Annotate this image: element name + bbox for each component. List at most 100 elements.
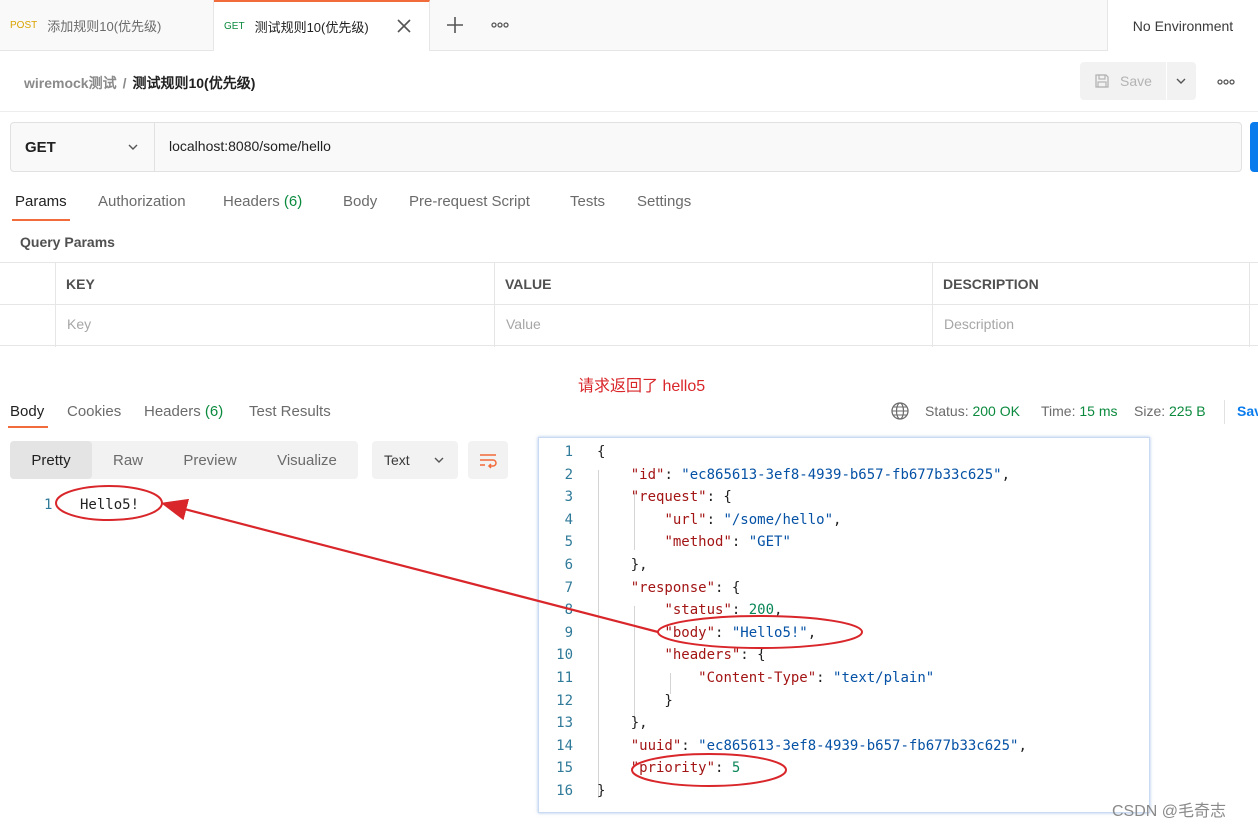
line-number: 7 (564, 579, 573, 596)
plus-icon[interactable] (444, 14, 466, 36)
tab-test-results[interactable]: Test Results (249, 403, 331, 420)
globe-icon[interactable] (890, 401, 910, 421)
json-line: 3 "request": { (539, 489, 1149, 511)
json-line: 6 }, (539, 557, 1149, 579)
time-value: 15 ms (1079, 403, 1118, 419)
time-indicator[interactable]: Time: 15 ms (1041, 403, 1118, 419)
tab-label: 测试规则10(优先级) (254, 20, 369, 35)
json-code: "id": "ec865613-3ef8-4939-b657-fb677b33c… (630, 466, 1011, 483)
watermark: CSDN @毛奇志 (1112, 803, 1227, 820)
view-mode-selector: Pretty Raw Preview Visualize (10, 441, 358, 479)
request-tabs: Params Authorization Headers (6) Body Pr… (0, 186, 800, 222)
tab-settings[interactable]: Settings (637, 193, 691, 210)
tab-response-body[interactable]: Body (10, 403, 44, 420)
line-number: 2 (564, 466, 573, 483)
time-label: Time: (1041, 403, 1076, 419)
json-code: } (597, 783, 606, 799)
breadcrumb-collection[interactable]: wiremock测试 (24, 75, 117, 91)
json-code: }, (597, 557, 648, 573)
json-line: 7 "response": { (539, 580, 1149, 602)
line-number: 16 (556, 783, 573, 799)
value-input[interactable]: Value (506, 316, 541, 332)
json-line: 10 "headers": { (539, 647, 1149, 669)
method-select[interactable]: GET (11, 123, 155, 171)
line-number: 9 (564, 624, 573, 641)
line-number: 1 (564, 444, 573, 460)
more-icon[interactable] (1216, 75, 1236, 89)
json-code: "response": { (630, 579, 741, 596)
save-button[interactable]: Save (1080, 62, 1196, 100)
save-icon (1095, 74, 1109, 88)
tab-tests[interactable]: Tests (570, 193, 605, 210)
active-tab-indicator (8, 426, 48, 428)
line-number: 3 (564, 489, 573, 506)
chevron-down-icon (434, 457, 444, 463)
key-input[interactable]: Key (67, 316, 91, 332)
column-header-key: KEY (66, 276, 95, 292)
description-input[interactable]: Description (944, 316, 1014, 332)
size-indicator[interactable]: Size: 225 B (1134, 403, 1206, 419)
environment-selector[interactable]: No Environment (1107, 0, 1258, 51)
line-number: 10 (556, 647, 573, 664)
format-select[interactable]: Text (372, 441, 458, 479)
line-number: 12 (556, 692, 573, 709)
breadcrumb: wiremock测试 / 测试规则10(优先级) (24, 73, 255, 93)
line-number: 15 (556, 760, 573, 777)
json-mapping-panel: 1{2 "id": "ec865613-3ef8-4939-b657-fb677… (538, 437, 1150, 813)
chevron-down-icon (128, 144, 138, 150)
wrap-lines-button[interactable] (468, 441, 508, 479)
tab-headers-label: Headers (223, 193, 280, 210)
tab-post-request[interactable]: POST 添加规则10(优先级) (0, 0, 214, 51)
url-input[interactable]: localhost:8080/some/hello (169, 138, 331, 154)
line-number: 14 (556, 737, 573, 754)
json-code: }, (597, 715, 648, 732)
tab-params[interactable]: Params (15, 193, 67, 210)
tab-label: 添加规则10(优先级) (47, 19, 162, 34)
more-icon[interactable] (490, 18, 510, 32)
url-bar: GET localhost:8080/some/hello (10, 122, 1242, 172)
status-indicator[interactable]: Status: 200 OK (925, 403, 1020, 419)
send-button[interactable] (1250, 122, 1258, 172)
line-number: 4 (564, 511, 573, 528)
json-code: "method": "GET" (664, 534, 791, 551)
annotation-text: 请求返回了 hello5 (578, 378, 706, 395)
format-value: Text (384, 452, 410, 468)
json-line: 12 } (539, 693, 1149, 715)
chevron-down-icon[interactable] (1174, 74, 1188, 88)
json-line: 15 "priority": 5 (539, 760, 1149, 782)
json-line: 4 "url": "/some/hello", (539, 512, 1149, 534)
tab-response-headers-label: Headers (144, 403, 201, 420)
tab-headers[interactable]: Headers (6) (223, 193, 302, 210)
line-number: 8 (564, 602, 573, 619)
column-header-value: VALUE (505, 276, 552, 292)
json-line: 1{ (539, 444, 1149, 466)
wrap-lines-icon (480, 454, 497, 469)
view-preview[interactable]: Preview (164, 441, 256, 479)
json-line: 14 "uuid": "ec865613-3ef8-4939-b657-fb67… (539, 738, 1149, 760)
tab-prerequest-script[interactable]: Pre-request Script (409, 193, 530, 210)
method-label: GET (224, 21, 245, 32)
headers-count: (6) (283, 193, 303, 210)
view-raw[interactable]: Raw (92, 441, 164, 479)
tab-response-headers[interactable]: Headers (6) (144, 403, 223, 420)
column-header-description: DESCRIPTION (943, 276, 1039, 292)
query-params-title: Query Params (20, 234, 115, 250)
json-code: } (597, 692, 673, 709)
line-number: 13 (556, 715, 573, 732)
tab-get-request[interactable]: GET 测试规则10(优先级) (214, 0, 430, 51)
tab-cookies[interactable]: Cookies (67, 403, 121, 420)
save-response-button[interactable]: Sav (1237, 403, 1258, 419)
line-number: 5 (564, 534, 573, 551)
json-code: "priority": 5 (630, 760, 741, 777)
request-header: wiremock测试 / 测试规则10(优先级) Save (0, 51, 1258, 112)
tab-bar: POST 添加规则10(优先级) GET 测试规则10(优先级) No Envi… (0, 0, 1258, 51)
view-visualize[interactable]: Visualize (256, 441, 358, 479)
close-icon[interactable] (395, 17, 413, 35)
line-number: 11 (556, 670, 573, 686)
view-pretty[interactable]: Pretty (10, 441, 92, 479)
breadcrumb-separator: / (122, 75, 127, 91)
tab-body[interactable]: Body (343, 193, 377, 210)
tab-authorization[interactable]: Authorization (98, 193, 186, 210)
breadcrumb-request[interactable]: 测试规则10(优先级) (132, 75, 255, 91)
status-value: 200 OK (972, 403, 1020, 419)
